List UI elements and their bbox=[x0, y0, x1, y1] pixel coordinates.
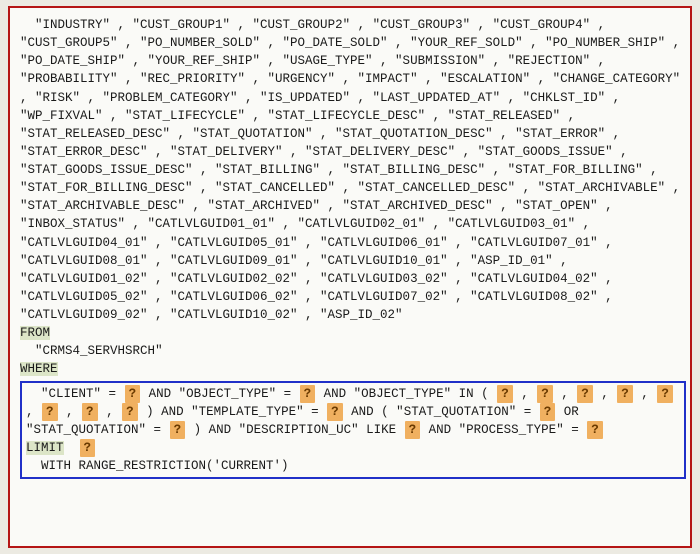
select-column-list: "INDUSTRY" , "CUST_GROUP1" , "CUST_GROUP… bbox=[20, 16, 686, 324]
from-table-line: "CRMS4_SERVHSRCH" bbox=[20, 342, 686, 360]
placeholder-icon: ? bbox=[122, 403, 138, 421]
placeholder-icon: ? bbox=[537, 385, 553, 403]
placeholder-icon: ? bbox=[657, 385, 673, 403]
placeholder-icon: ? bbox=[617, 385, 633, 403]
placeholder-icon: ? bbox=[497, 385, 513, 403]
with-clause: WITH RANGE_RESTRICTION('CURRENT') bbox=[26, 457, 680, 475]
col-stat-quotation-2: STAT_QUOTATION bbox=[34, 423, 139, 437]
placeholder-icon: ? bbox=[300, 385, 316, 403]
keyword-limit: LIMIT bbox=[26, 441, 64, 455]
from-table-name: CRMS4_SERVHSRCH bbox=[43, 344, 156, 358]
sql-code-block: "INDUSTRY" , "CUST_GROUP1" , "CUST_GROUP… bbox=[8, 6, 692, 548]
placeholder-icon: ? bbox=[42, 403, 58, 421]
keyword-from: FROM bbox=[20, 326, 50, 340]
placeholder-icon: ? bbox=[80, 439, 96, 457]
placeholder-icon: ? bbox=[577, 385, 593, 403]
col-template-type: TEMPLATE_TYPE bbox=[199, 405, 297, 419]
where-limit-box: "CLIENT" = ? AND "OBJECT_TYPE" = ? AND "… bbox=[20, 381, 686, 480]
col-process-type: PROCESS_TYPE bbox=[466, 423, 556, 437]
col-object-type: OBJECT_TYPE bbox=[186, 387, 269, 401]
placeholder-icon: ? bbox=[82, 403, 98, 421]
col-description-uc: DESCRIPTION_UC bbox=[246, 423, 351, 437]
placeholder-icon: ? bbox=[170, 421, 186, 439]
with-range-restriction: WITH RANGE_RESTRICTION('CURRENT') bbox=[41, 459, 289, 473]
placeholder-icon: ? bbox=[405, 421, 421, 439]
placeholder-icon: ? bbox=[327, 403, 343, 421]
col-client: CLIENT bbox=[49, 387, 94, 401]
where-clause: "CLIENT" = ? AND "OBJECT_TYPE" = ? AND "… bbox=[26, 385, 680, 439]
columns-text: "INDUSTRY" , "CUST_GROUP1" , "CUST_GROUP… bbox=[20, 18, 688, 322]
col-stat-quotation: STAT_QUOTATION bbox=[404, 405, 509, 419]
placeholder-icon: ? bbox=[587, 421, 603, 439]
keyword-where: WHERE bbox=[20, 362, 58, 376]
placeholder-icon: ? bbox=[125, 385, 141, 403]
placeholder-icon: ? bbox=[540, 403, 556, 421]
col-object-type-in: OBJECT_TYPE bbox=[361, 387, 444, 401]
